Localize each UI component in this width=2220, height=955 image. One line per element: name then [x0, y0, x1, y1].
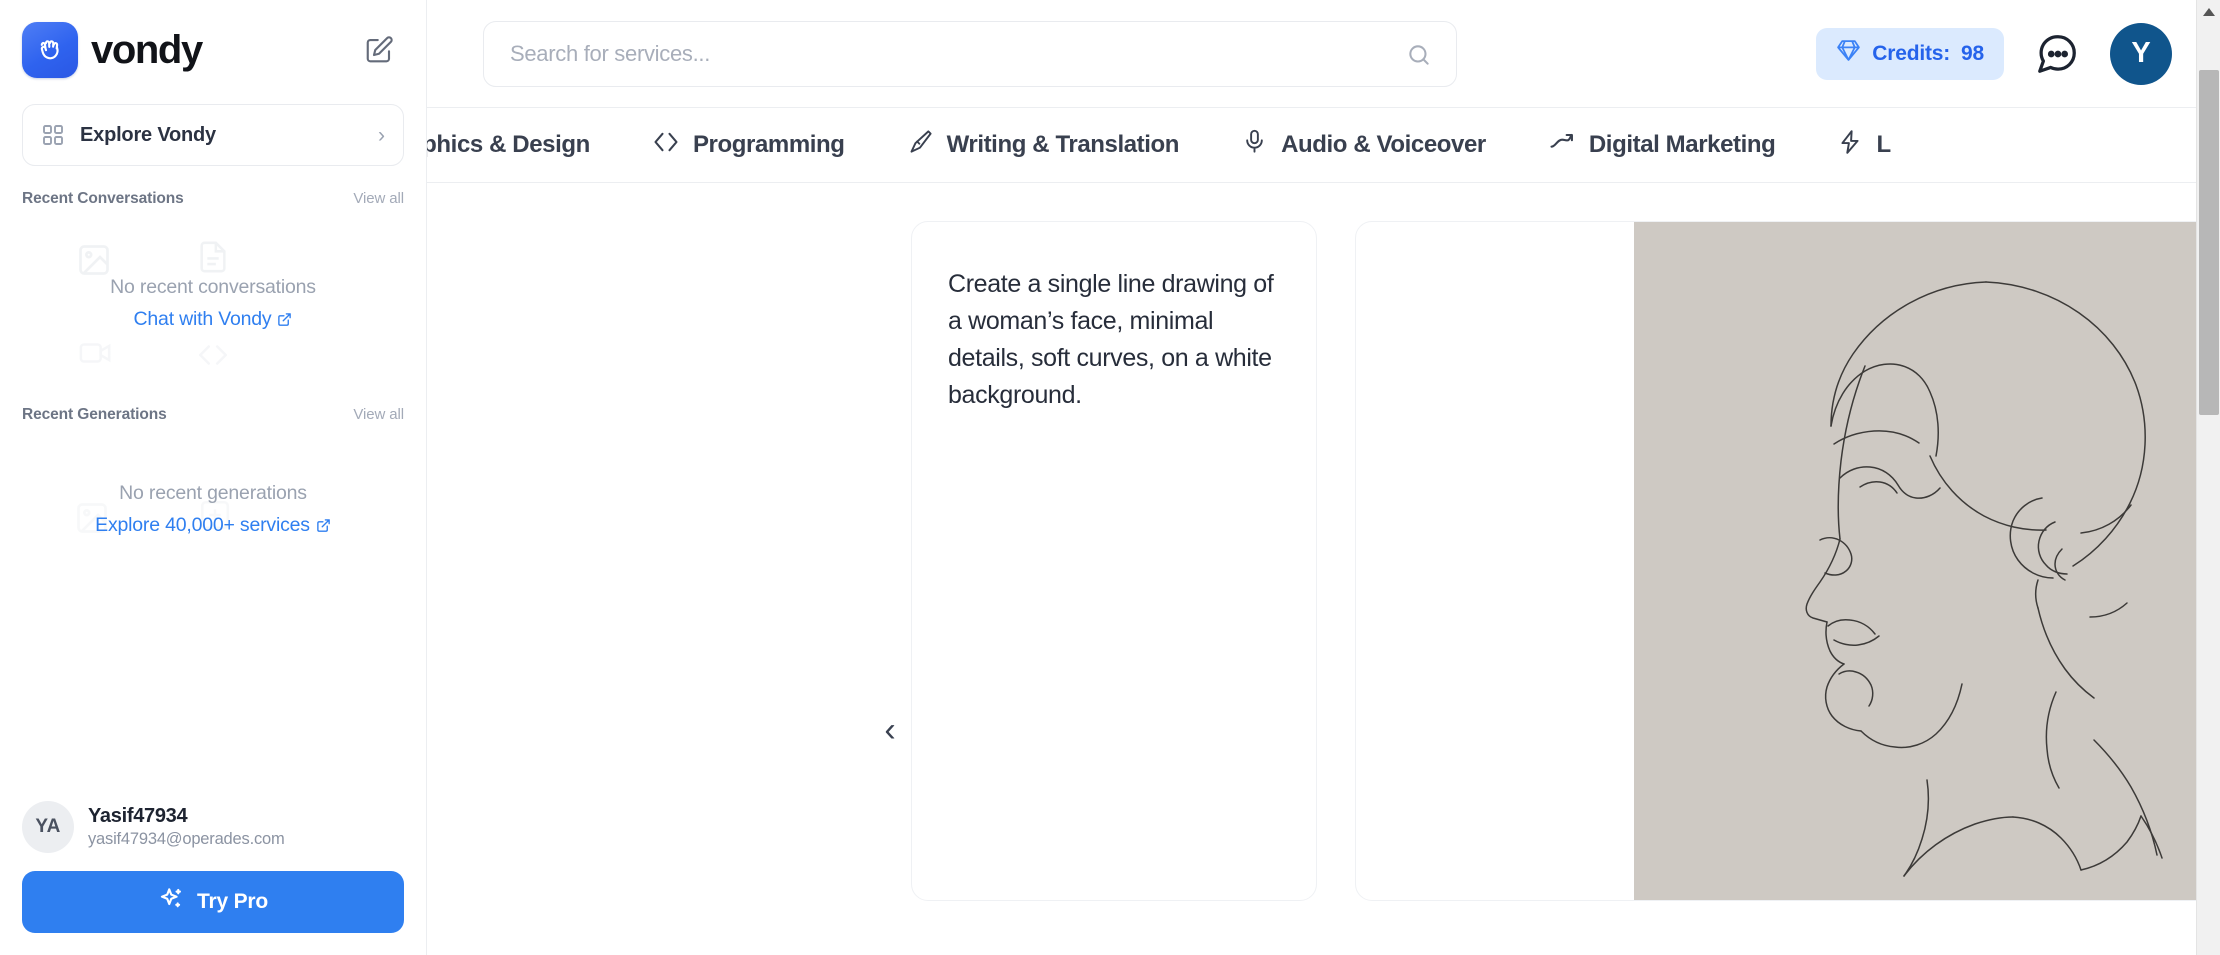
tab-writing-translation[interactable]: Writing & Translation: [907, 128, 1180, 162]
generated-image: [1633, 222, 2220, 900]
external-link-icon: [316, 518, 331, 533]
content-area: ‹ Create a single line drawing of a woma…: [427, 183, 2220, 955]
code-placeholder-icon: [196, 338, 230, 377]
pen-nib-icon: [907, 128, 934, 162]
trend-arrow-icon: [1548, 128, 1576, 163]
result-cards: Create a single line drawing of a woman’…: [427, 221, 2220, 901]
explore-vondy-label: Explore Vondy: [80, 123, 216, 146]
try-pro-label: Try Pro: [197, 890, 268, 913]
scrollbar-thumb[interactable]: [2199, 70, 2219, 415]
tab-label: Programming: [692, 131, 845, 158]
line-art-portrait: [1805, 281, 2163, 877]
tab-label: Graphics & Design: [427, 131, 590, 158]
user-email: yasif47934@operades.com: [88, 830, 285, 848]
search-icon: [1406, 42, 1432, 73]
app-root: vondy Explore Vondy › Recent Conversatio…: [0, 0, 2220, 955]
grid-apps-icon: [41, 123, 65, 147]
top-bar: Credits: 98 Y: [427, 0, 2220, 107]
shaka-hand-logo-icon: [22, 22, 78, 78]
recent-generations-header: Recent Generations View all: [0, 406, 426, 424]
top-bar-actions: Credits: 98 Y: [1816, 22, 2192, 85]
tab-lifestyle[interactable]: L: [1837, 129, 1891, 162]
document-placeholder-icon: [196, 240, 230, 279]
microphone-icon: [1241, 128, 1268, 162]
sidebar-header: vondy: [0, 0, 426, 88]
no-conversations-text: No recent conversations: [110, 275, 316, 298]
credits-value: 98: [1961, 41, 1984, 65]
generations-empty-state: No recent generations Explore 40,000+ se…: [0, 434, 426, 584]
prompt-card: Create a single line drawing of a woman’…: [911, 221, 1317, 901]
image-placeholder-icon: [76, 242, 112, 283]
avatar: YA: [22, 801, 74, 853]
credits-badge[interactable]: Credits: 98: [1816, 27, 2004, 80]
explore-services-label: Explore 40,000+ services: [95, 513, 310, 536]
credits-label: Credits:: [1872, 41, 1951, 65]
carousel-prev-button[interactable]: ‹: [870, 703, 910, 757]
tab-audio-voiceover[interactable]: Audio & Voiceover: [1241, 128, 1486, 162]
tab-graphics-design[interactable]: Graphics & Design: [427, 129, 590, 162]
recent-conversations-header: Recent Conversations View all: [0, 190, 426, 208]
external-link-icon: [277, 312, 292, 327]
search-box[interactable]: [483, 20, 1457, 87]
generated-image-card: [1355, 221, 2220, 901]
sidebar-item-explore-vondy[interactable]: Explore Vondy ›: [22, 104, 404, 166]
conversations-view-all-link[interactable]: View all: [353, 190, 404, 207]
explore-services-link[interactable]: Explore 40,000+ services: [95, 514, 331, 537]
chevron-right-icon: ›: [378, 123, 385, 147]
generations-view-all-link[interactable]: View all: [353, 406, 404, 423]
chat-with-vondy-link[interactable]: Chat with Vondy: [134, 308, 293, 331]
tab-label: Digital Marketing: [1588, 131, 1776, 158]
tab-label: Writing & Translation: [946, 131, 1180, 158]
conversations-empty-state: No recent conversations Chat with Vondy: [0, 224, 426, 382]
brand-name: vondy: [91, 28, 203, 72]
tab-programming[interactable]: Programming: [652, 128, 845, 163]
diamond-icon: [1836, 38, 1861, 69]
user-profile-row[interactable]: YA Yasif47934 yasif47934@operades.com: [0, 801, 426, 853]
tab-label: L: [1876, 131, 1891, 158]
try-pro-button[interactable]: Try Pro: [22, 871, 404, 933]
recent-generations-title: Recent Generations: [22, 406, 167, 423]
prompt-text: Create a single line drawing of a woman’…: [948, 270, 1274, 409]
sparkles-icon: [158, 886, 185, 919]
recent-conversations-title: Recent Conversations: [22, 190, 184, 207]
user-avatar-button[interactable]: Y: [2110, 22, 2172, 85]
category-tabs[interactable]: Graphics & Design Programming: [427, 107, 2220, 183]
tab-digital-marketing[interactable]: Digital Marketing: [1548, 128, 1776, 163]
user-info: Yasif47934 yasif47934@operades.com: [88, 805, 285, 849]
no-generations-text: No recent generations: [119, 481, 307, 504]
chat-bubble-dots-icon[interactable]: [2034, 31, 2080, 77]
chat-with-vondy-label: Chat with Vondy: [133, 307, 272, 330]
video-placeholder-icon: [78, 336, 112, 375]
compose-edit-icon[interactable]: [358, 29, 400, 71]
tab-label: Audio & Voiceover: [1281, 131, 1486, 158]
sidebar: vondy Explore Vondy › Recent Conversatio…: [0, 0, 427, 955]
category-tabs-track: Graphics & Design Programming: [427, 128, 1891, 163]
page-scrollbar[interactable]: [2196, 0, 2220, 955]
scroll-up-arrow-icon[interactable]: [2197, 0, 2220, 24]
user-name: Yasif47934: [88, 805, 188, 827]
code-brackets-icon: [652, 128, 680, 163]
brand[interactable]: vondy: [22, 22, 203, 78]
search-input[interactable]: [484, 40, 1456, 67]
lightning-bolt-icon: [1837, 129, 1863, 162]
main-area: Credits: 98 Y: [427, 0, 2220, 955]
